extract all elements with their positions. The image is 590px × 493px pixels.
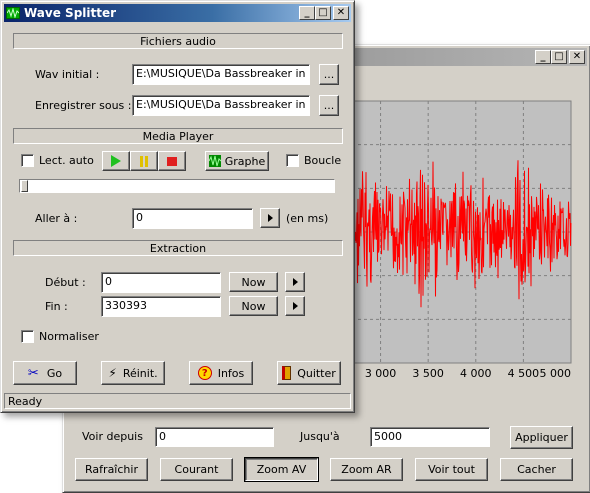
boucle-label: Boucle — [304, 154, 342, 167]
jusqua-input[interactable]: 5000 — [370, 427, 490, 447]
boucle-checkbox[interactable] — [286, 154, 299, 167]
go-button[interactable]: ✂ Go — [13, 361, 77, 385]
slider-thumb[interactable] — [21, 180, 28, 192]
voir-depuis-input[interactable]: 0 — [155, 427, 274, 447]
x-tick-label: 4 000 — [460, 367, 492, 380]
reinit-label: Réinit. — [122, 366, 158, 380]
debut-now-button[interactable]: Now — [229, 272, 278, 292]
fin-input[interactable]: 330393 — [101, 296, 221, 317]
exit-door-icon — [282, 366, 292, 380]
quitter-button[interactable]: Quitter — [277, 361, 341, 385]
close-icon: ✕ — [336, 7, 346, 18]
jusqua-label: Jusqu'à — [300, 430, 340, 443]
voir-tout-button[interactable]: Voir tout — [415, 458, 488, 481]
caption-buttons: _ □ ✕ — [299, 6, 349, 20]
window-title: Wave Splitter — [24, 6, 117, 20]
arrow-right-icon — [267, 214, 273, 222]
close-button[interactable]: ✕ — [333, 6, 349, 20]
courant-button[interactable]: Courant — [160, 458, 233, 481]
en-ms-label: (en ms) — [286, 212, 329, 225]
stop-button[interactable] — [158, 151, 186, 171]
x-tick-label: 4 500 — [508, 367, 540, 380]
lect-auto-checkbox[interactable] — [21, 154, 34, 167]
maximize-icon: □ — [318, 7, 328, 18]
aller-label: Aller à : — [35, 212, 78, 225]
quitter-label: Quitter — [297, 366, 336, 380]
pause-icon — [140, 155, 148, 167]
minimize-button[interactable]: _ — [299, 6, 315, 20]
voir-depuis-label: Voir depuis — [82, 430, 143, 443]
arrow-right-icon — [292, 302, 298, 310]
appliquer-button[interactable]: Appliquer — [510, 426, 573, 449]
x-axis-ticks: 3 000 3 500 4 000 4 500 5 000 — [365, 367, 571, 380]
extraction-header: Extraction — [13, 240, 343, 256]
x-tick-label: 3 000 — [365, 367, 397, 380]
wav-initial-browse-button[interactable]: ... — [319, 64, 339, 85]
aller-go-button[interactable] — [260, 208, 280, 228]
debut-input[interactable]: 0 — [101, 272, 221, 293]
play-icon — [111, 155, 121, 167]
pause-button[interactable] — [130, 151, 158, 171]
wav-initial-input[interactable]: E:\MUSIQUE\Da Bassbreaker in d — [132, 64, 310, 85]
infos-label: Infos — [217, 366, 245, 380]
status-bar: Ready — [4, 393, 351, 409]
infos-button[interactable]: ? Infos — [189, 361, 253, 385]
fin-now-button[interactable]: Now — [229, 296, 278, 316]
lect-auto-label: Lect. auto — [39, 154, 94, 167]
reinit-button[interactable]: ⚡ Réinit. — [101, 361, 165, 385]
arrow-right-icon — [292, 278, 298, 286]
go-label: Go — [46, 366, 63, 380]
wav-initial-label: Wav initial : — [35, 68, 100, 81]
maximize-button[interactable]: □ — [315, 6, 331, 20]
graph-icon — [208, 155, 221, 167]
fin-label: Fin : — [45, 300, 68, 313]
cacher-button[interactable]: Cacher — [500, 458, 573, 481]
enregistrer-label: Enregistrer sous : — [35, 99, 132, 112]
position-slider[interactable] — [19, 179, 335, 193]
player-controls — [102, 151, 186, 171]
zoom-av-button[interactable]: Zoom AV — [244, 457, 319, 482]
play-button[interactable] — [102, 151, 130, 171]
scissors-icon: ✂ — [27, 365, 39, 381]
enregistrer-browse-button[interactable]: ... — [319, 95, 339, 116]
zoom-ar-button[interactable]: Zoom AR — [330, 458, 403, 481]
fin-arrow-button[interactable] — [285, 296, 305, 316]
rafraichir-button[interactable]: Rafraîchir — [75, 458, 148, 481]
normaliser-label: Normaliser — [39, 330, 99, 343]
enregistrer-input[interactable]: E:\MUSIQUE\Da Bassbreaker in d — [132, 95, 310, 116]
wave-splitter-window: Wave Splitter _ □ ✕ Fichiers audio Wav i… — [0, 0, 355, 413]
app-icon — [6, 7, 20, 19]
help-icon: ? — [197, 366, 212, 380]
media-player-header: Media Player — [13, 128, 343, 144]
debut-arrow-button[interactable] — [285, 272, 305, 292]
debut-label: Début : — [45, 276, 86, 289]
aller-input[interactable]: 0 — [132, 208, 253, 229]
x-tick-label: 5 000 — [540, 367, 572, 380]
wave-splitter-titlebar[interactable]: Wave Splitter _ □ ✕ — [4, 4, 351, 22]
normaliser-checkbox[interactable] — [21, 330, 34, 343]
reset-icon: ⚡ — [108, 366, 117, 380]
minimize-icon: _ — [304, 7, 310, 18]
graphe-button[interactable]: Graphe — [205, 151, 269, 171]
x-tick-label: 3 500 — [412, 367, 444, 380]
fichiers-audio-header: Fichiers audio — [13, 33, 343, 49]
graphe-label: Graphe — [224, 154, 266, 168]
stop-icon — [167, 156, 177, 166]
